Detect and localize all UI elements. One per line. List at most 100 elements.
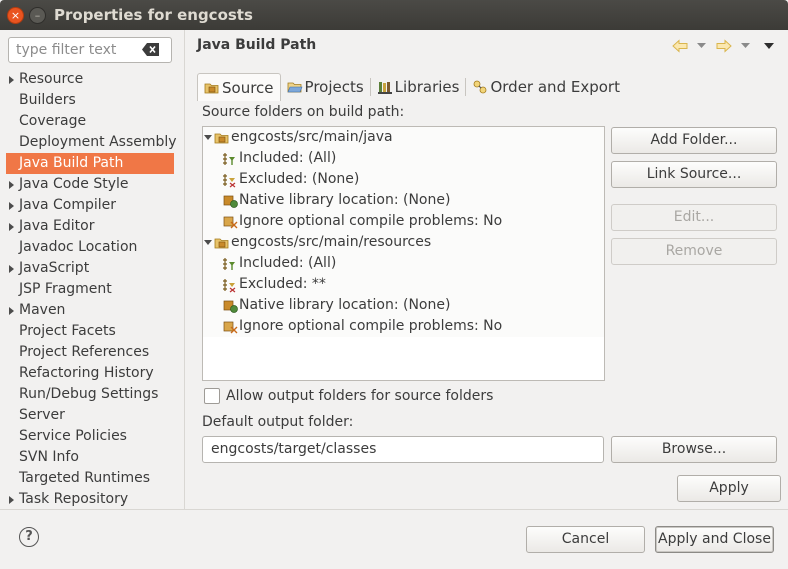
nav-item[interactable]: Project References xyxy=(6,342,174,363)
nav-item-label: Builders xyxy=(19,92,76,108)
allow-output-folders-checkbox[interactable] xyxy=(204,388,220,404)
collapse-arrow-icon[interactable] xyxy=(204,135,212,140)
inclusion-filter-icon xyxy=(223,152,235,165)
nav-item[interactable]: Project Facets xyxy=(6,321,174,342)
filter-box xyxy=(8,37,172,63)
source-folders-label: Source folders on build path: xyxy=(202,104,405,120)
nav-item[interactable]: JavaScript xyxy=(6,258,174,279)
nav-item-label: Server xyxy=(19,407,65,423)
tab-order-and-export[interactable]: Order and Export xyxy=(466,73,626,101)
nav-item-label: Task Repository xyxy=(19,491,129,507)
expand-arrow-icon[interactable] xyxy=(9,223,14,231)
back-dropdown-icon[interactable] xyxy=(697,43,706,49)
nav-item-label: Deployment Assembly xyxy=(19,134,177,150)
nav-item[interactable]: Resource xyxy=(6,69,174,90)
nav-item-label: Java Code Style xyxy=(19,176,129,192)
nav-item-label: Maven xyxy=(19,302,66,318)
default-output-folder-field[interactable]: engcosts/target/classes xyxy=(202,436,604,463)
package-folder-icon xyxy=(214,133,229,143)
nav-item[interactable]: Service Policies xyxy=(6,426,174,447)
nav-item[interactable]: Maven xyxy=(6,300,174,321)
tree-row-label: Excluded: (None) xyxy=(239,171,360,187)
minimize-window-button[interactable]: – xyxy=(29,7,46,24)
view-menu-icon[interactable] xyxy=(764,43,774,49)
source-attribute-row[interactable]: Native library location: (None) xyxy=(222,190,450,211)
source-folder-row[interactable]: engcosts/src/main/java xyxy=(204,127,393,148)
browse-button[interactable]: Browse... xyxy=(611,436,777,463)
nav-item[interactable]: Task Repository xyxy=(6,489,174,510)
source-attribute-row[interactable]: Included: (All) xyxy=(222,148,336,169)
default-output-folder-label: Default output folder: xyxy=(202,414,354,430)
filter-input[interactable] xyxy=(9,38,139,62)
nav-item[interactable]: Refactoring History xyxy=(6,363,174,384)
nav-item[interactable]: Run/Debug Settings xyxy=(6,384,174,405)
order-export-icon xyxy=(474,80,487,94)
source-folder-icon xyxy=(204,83,219,93)
tab-label: Order and Export xyxy=(490,78,620,96)
native-library-icon xyxy=(223,195,238,208)
tree-row-label: Native library location: (None) xyxy=(239,192,451,208)
nav-item-label: Javadoc Location xyxy=(19,239,138,255)
expand-arrow-icon[interactable] xyxy=(9,265,14,273)
panel-divider xyxy=(184,30,185,509)
window-title: Properties for engcosts xyxy=(54,6,253,24)
source-attribute-row[interactable]: Ignore optional compile problems: No xyxy=(222,211,502,232)
nav-item[interactable]: SVN Info xyxy=(6,447,174,468)
build-path-tabs: Source Projects Libraries Order and Expo… xyxy=(197,73,626,101)
add-folder-button[interactable]: Add Folder... xyxy=(611,127,777,154)
apply-and-close-button[interactable]: Apply and Close xyxy=(655,526,774,553)
clear-filter-icon[interactable] xyxy=(142,43,159,56)
link-source-button[interactable]: Link Source... xyxy=(611,161,777,188)
source-folders-tree[interactable]: engcosts/src/main/java Included: (All) Exc… xyxy=(202,126,605,381)
ignore-problems-icon xyxy=(223,321,238,333)
expand-arrow-icon[interactable] xyxy=(9,307,14,315)
remove-button[interactable]: Remove xyxy=(611,238,777,265)
tab-projects[interactable]: Projects xyxy=(281,73,370,101)
expand-arrow-icon[interactable] xyxy=(9,181,14,189)
nav-item[interactable]: Java Build Path xyxy=(6,153,174,174)
nav-item[interactable]: Builders xyxy=(6,90,174,111)
expand-arrow-icon[interactable] xyxy=(9,496,14,504)
nav-item[interactable]: JSP Fragment xyxy=(6,279,174,300)
close-window-button[interactable]: × xyxy=(7,7,24,24)
nav-item[interactable]: Coverage xyxy=(6,111,174,132)
tab-source[interactable]: Source xyxy=(197,73,281,101)
forward-arrow-icon[interactable] xyxy=(716,39,732,53)
nav-item-label: Targeted Runtimes xyxy=(19,470,151,486)
collapse-arrow-icon[interactable] xyxy=(204,240,212,245)
nav-item-label: Project References xyxy=(19,344,150,360)
forward-dropdown-icon[interactable] xyxy=(741,43,750,49)
tree-row-label: engcosts/src/main/java xyxy=(231,129,393,145)
nav-item[interactable]: Javadoc Location xyxy=(6,237,174,258)
nav-item[interactable]: Server xyxy=(6,405,174,426)
apply-button[interactable]: Apply xyxy=(677,475,781,502)
exclusion-filter-icon xyxy=(223,173,236,187)
project-folder-icon xyxy=(287,82,302,93)
help-icon[interactable]: ? xyxy=(19,527,39,547)
tree-row-label: Ignore optional compile problems: No xyxy=(239,318,503,334)
source-attribute-row[interactable]: Excluded: (None) xyxy=(222,169,359,190)
source-attribute-row[interactable]: Native library location: (None) xyxy=(222,295,450,316)
nav-item[interactable]: Targeted Runtimes xyxy=(6,468,174,489)
expand-arrow-icon[interactable] xyxy=(9,202,14,210)
tab-libraries[interactable]: Libraries xyxy=(371,73,466,101)
source-attribute-row[interactable]: Excluded: ** xyxy=(222,274,326,295)
tab-label: Libraries xyxy=(394,78,460,96)
nav-item[interactable]: Java Compiler xyxy=(6,195,174,216)
nav-item-label: Project Facets xyxy=(19,323,116,339)
source-attribute-row[interactable]: Included: (All) xyxy=(222,253,336,274)
expand-arrow-icon[interactable] xyxy=(9,76,14,84)
nav-item-label: Run/Debug Settings xyxy=(19,386,159,402)
tree-row-label: engcosts/src/main/resources xyxy=(231,234,432,250)
nav-item[interactable]: Java Code Style xyxy=(6,174,174,195)
allow-output-folders-option[interactable]: Allow output folders for source folders xyxy=(204,388,493,404)
cancel-button[interactable]: Cancel xyxy=(526,526,645,553)
source-attribute-row[interactable]: Ignore optional compile problems: No xyxy=(222,316,502,337)
nav-item-label: Coverage xyxy=(19,113,87,129)
nav-item[interactable]: Java Editor xyxy=(6,216,174,237)
nav-item[interactable]: Deployment Assembly xyxy=(6,132,177,153)
edit-button[interactable]: Edit... xyxy=(611,204,777,231)
back-arrow-icon[interactable] xyxy=(672,39,688,53)
source-folder-row[interactable]: engcosts/src/main/resources xyxy=(204,232,431,253)
ignore-problems-icon xyxy=(223,216,238,228)
